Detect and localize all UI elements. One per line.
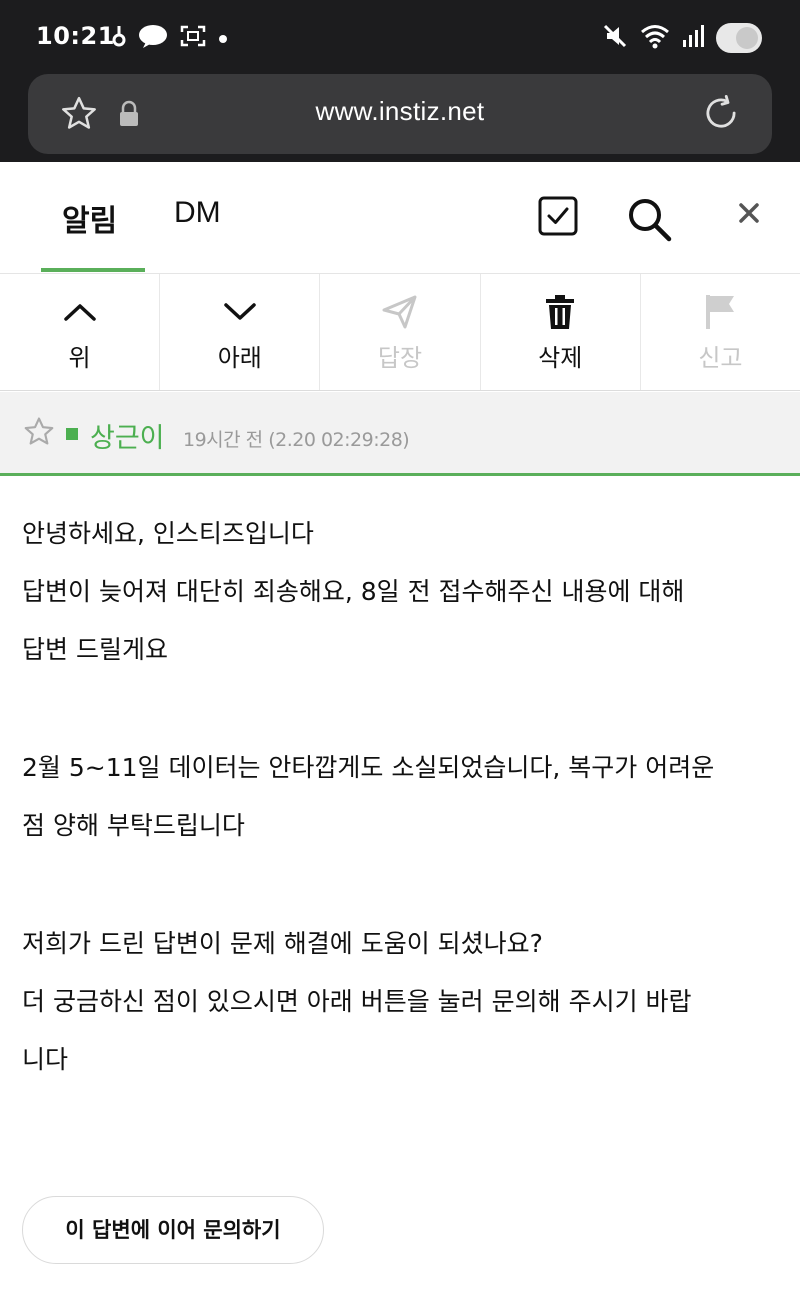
followup-inquiry-button[interactable]: 이 답변에 이어 문의하기 [22,1196,324,1264]
sender-name[interactable]: 상근이 [90,416,165,455]
notification-app-icon [112,23,126,53]
favorite-star-icon[interactable] [22,415,56,453]
message-timestamp: 19시간 전 (2.20 02:29:28) [183,429,410,451]
reply-label: 답장 [377,344,423,372]
active-tab-indicator [41,268,145,272]
up-label: 위 [68,344,91,372]
chevron-up-icon [63,294,97,330]
down-button[interactable]: 아래 [160,274,321,390]
message-action-toolbar: 위 아래 답장 삭제 신고 [0,274,800,391]
report-label: 신고 [698,344,743,372]
message-line [22,855,782,915]
status-left-icons [112,22,228,54]
sender-indicator-icon [66,428,78,440]
send-icon [382,294,418,330]
message-line: 2월 5~11일 데이터는 안타깝게도 소실되었습니다, 복구가 어려운 [22,753,715,782]
dot-icon [218,29,228,48]
message-line: 점 양해 부탁드립니다 [22,811,245,840]
report-button[interactable]: 신고 [641,274,800,390]
up-button[interactable]: 위 [0,274,161,390]
message-line: 답변 드릴게요 [22,635,168,664]
down-label: 아래 [217,344,262,372]
message-line: 저희가 드린 답변이 문제 해결에 도움이 되셨나요? [22,929,543,958]
chevron-down-icon [223,294,257,330]
url-text: www.instiz.net [315,96,485,126]
status-right-icons [602,20,762,56]
close-icon[interactable] [738,202,760,228]
reply-button[interactable]: 답장 [320,274,481,390]
search-icon[interactable] [626,196,674,246]
flag-icon [704,294,736,330]
tab-dm[interactable]: DM [174,196,221,230]
message-line: 니다 [22,1045,69,1074]
tab-alarm[interactable]: 알림 [62,196,117,240]
wifi-icon [640,23,670,53]
signal-icon [682,24,704,52]
message-line: 더 궁금하신 점이 있으시면 아래 버튼을 눌러 문의해 주시기 바랍 [22,987,692,1016]
screen-capture-icon [180,24,206,52]
mute-icon [602,23,628,53]
checkbox-icon[interactable] [538,196,578,240]
message-body: 안녕하세요, 인스티즈입니다 답변이 늦어져 대단히 죄송해요, 8일 전 접수… [22,505,782,1089]
status-bar: 10:21 [0,0,800,74]
reload-icon[interactable] [700,92,742,138]
delete-label: 삭제 [538,344,583,372]
message-line [22,679,782,739]
chat-bubble-icon [138,24,168,52]
message-meta-bar: 상근이 19시간 전 (2.20 02:29:28) [0,392,800,476]
message-line: 안녕하세요, 인스티즈입니다 [22,519,314,548]
address-bar[interactable]: www.instiz.net [28,74,772,154]
battery-icon [716,23,762,53]
trash-icon [545,294,575,330]
message-line: 답변이 늦어져 대단히 죄송해요, 8일 전 접수해주신 내용에 대해 [22,577,685,606]
delete-button[interactable]: 삭제 [481,274,641,390]
status-time: 10:21 [36,22,115,50]
notification-header: 알림 DM [0,162,800,274]
browser-toolbar: www.instiz.net [0,74,800,162]
